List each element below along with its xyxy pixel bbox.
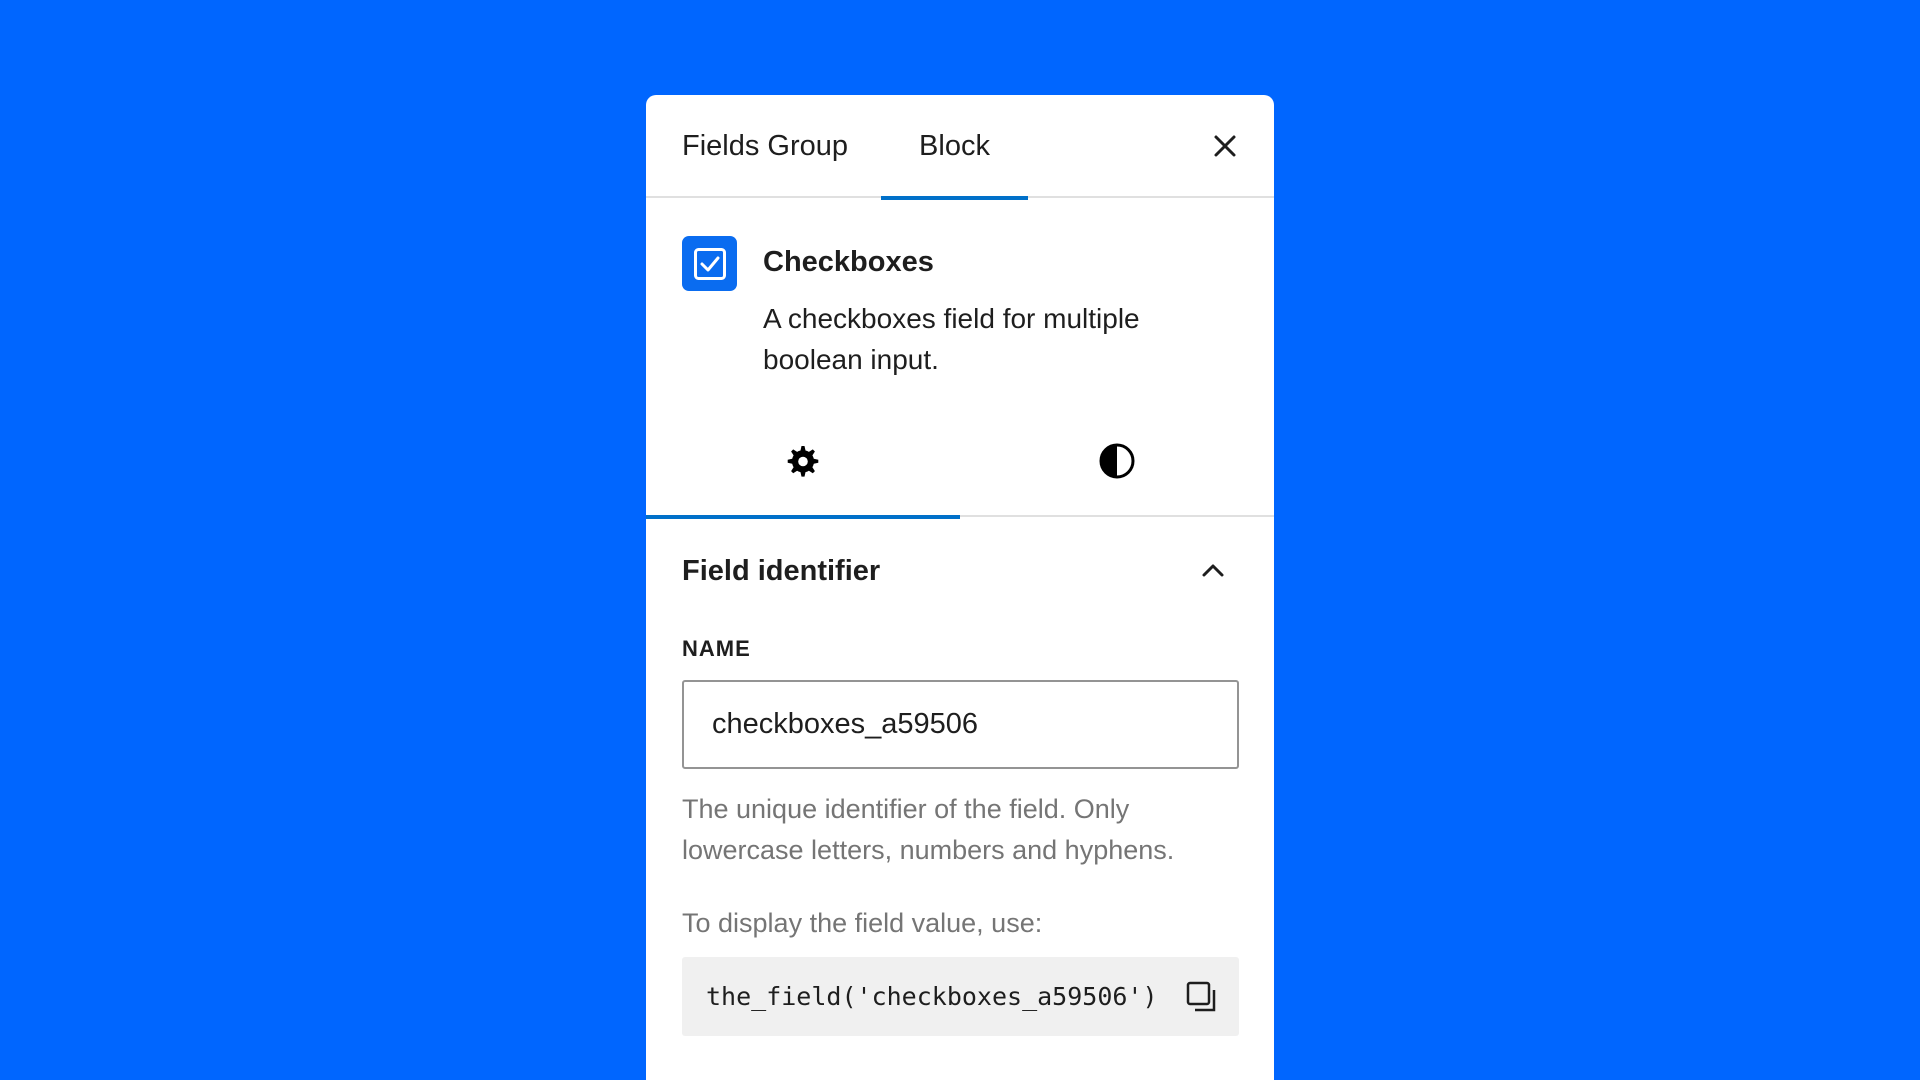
chevron-up-icon <box>1202 564 1224 577</box>
block-title: Checkboxes <box>763 246 934 278</box>
close-icon <box>1214 135 1236 157</box>
section-title: Field identifier <box>682 555 881 587</box>
block-description: A checkboxes field for multiple boolean … <box>763 303 1140 375</box>
tab-styles[interactable] <box>960 405 1274 517</box>
copy-button[interactable] <box>1185 980 1219 1014</box>
help-text: The unique identifier of the field. Only… <box>682 794 1175 865</box>
tab-label: Fields Group <box>682 130 849 162</box>
gear-icon <box>787 446 819 477</box>
panel-header: Fields Group Block <box>646 95 1274 200</box>
inspector-tabs <box>646 405 1274 519</box>
contrast-icon <box>1099 443 1135 479</box>
name-label: NAME <box>682 636 751 661</box>
name-input[interactable] <box>682 680 1239 769</box>
code-snippet: the_field('checkboxes_a59506') <box>682 957 1239 1036</box>
field-identifier-toggle[interactable]: Field identifier <box>682 517 1240 627</box>
block-icon <box>682 236 737 291</box>
tab-block[interactable]: Block <box>881 95 1028 200</box>
block-card: Checkboxes A checkboxes field for multip… <box>646 198 1274 405</box>
tab-fields-group[interactable]: Fields Group <box>682 95 848 198</box>
close-button[interactable] <box>1210 131 1240 161</box>
display-label: To display the field value, use: <box>682 908 1043 938</box>
checkbox-checked-icon <box>693 247 726 280</box>
field-identifier-section: Field identifier NAME The unique identif… <box>646 517 1274 1036</box>
code-text: the_field('checkboxes_a59506') <box>706 982 1158 1011</box>
block-settings-panel: Fields Group Block Checkboxes A checkbox… <box>646 95 1274 1080</box>
copy-icon <box>1186 981 1216 1012</box>
tab-label: Block <box>919 130 990 162</box>
tab-settings[interactable] <box>646 405 960 519</box>
